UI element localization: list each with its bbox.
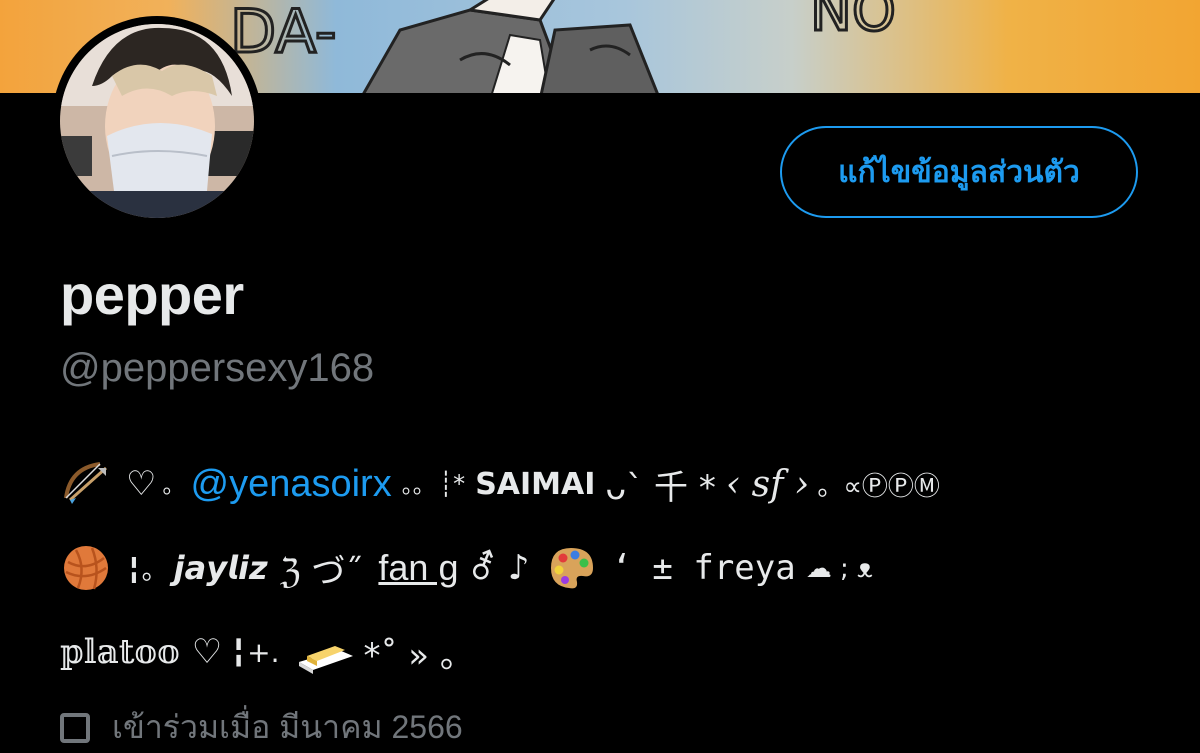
bio-saimai: SAIMAI [475,466,596,502]
bio-line-2: ╏。 𝙟𝙖𝙮𝙡𝙞𝙯 ℨ づ˝ fan g ⚦ ♪ ‘ ± 𝚏𝚛𝚎𝚢𝚊 ☁︎ ; … [60,542,873,594]
bio-line-1: ♡ 。 @yenasoirx 。。 ┊* SAIMAI ᴗ` 千 * ‹ 𝑠𝑓 … [60,458,940,510]
bio-face: ᴗ` 千 * [605,467,716,508]
banner-art-text-left: DA- [230,0,337,67]
bio-deco-star: ┊* [438,470,466,498]
bio-platoo: 𝕡𝕝𝕒𝕥𝕠𝕠 [60,632,180,672]
banner-illustration: DA- NO [229,0,897,93]
bio-dot: 。 [162,474,185,499]
joined-date-text: เข้าร่วมเมื่อ มีนาคม 2566 [112,709,463,745]
avatar-photo [60,24,254,218]
joined-date-row: เข้าร่วมเมื่อ มีนาคม 2566 [60,702,463,753]
bio-tail: 。∝ⓅⓅⓂ [817,471,940,502]
avatar[interactable] [52,16,262,226]
bow-and-arrow-emoji [60,458,112,510]
banner-art-text-right: NO [810,0,896,44]
bio-dots: 。。 [401,474,435,499]
bio-sf: ‹ 𝑠𝑓 › [725,463,810,505]
yarn-emoji [60,542,112,594]
bio-mention-link[interactable]: @yenasoirx [191,463,392,506]
bio-heart-2: ♡ [191,632,223,672]
bio-line-3: 𝕡𝕝𝕒𝕥𝕠𝕠 ♡ ╏+. *˚ » 。 [60,626,474,678]
edit-profile-button[interactable]: แก้ไขข้อมูลส่วนตัว [780,126,1138,218]
palette-emoji [545,542,597,594]
bio-jp: ℨ づ˝ [279,551,363,592]
bio-line2-tail: ☁︎ ; ᴥ [805,553,873,584]
bio-jayliz: 𝙟𝙖𝙮𝙡𝙞𝙯 [173,549,268,587]
bio-gender-note: ⚦ ♪ [468,548,530,588]
bio-mid: ╏+. [230,635,280,669]
calendar-icon [60,712,90,743]
bio-freya: ‘ ± 𝚏𝚛𝚎𝚢𝚊 [611,548,796,588]
bio-line3-tail: *˚ » 。 [363,635,474,676]
butter-emoji [295,626,354,678]
username-handle: @peppersexy168 [60,346,375,390]
display-name: pepper [60,263,244,326]
bio-prefix: ╏。 [126,555,168,586]
bio-heart: ♡ [126,464,157,504]
bio-fang: fan g [378,547,459,588]
